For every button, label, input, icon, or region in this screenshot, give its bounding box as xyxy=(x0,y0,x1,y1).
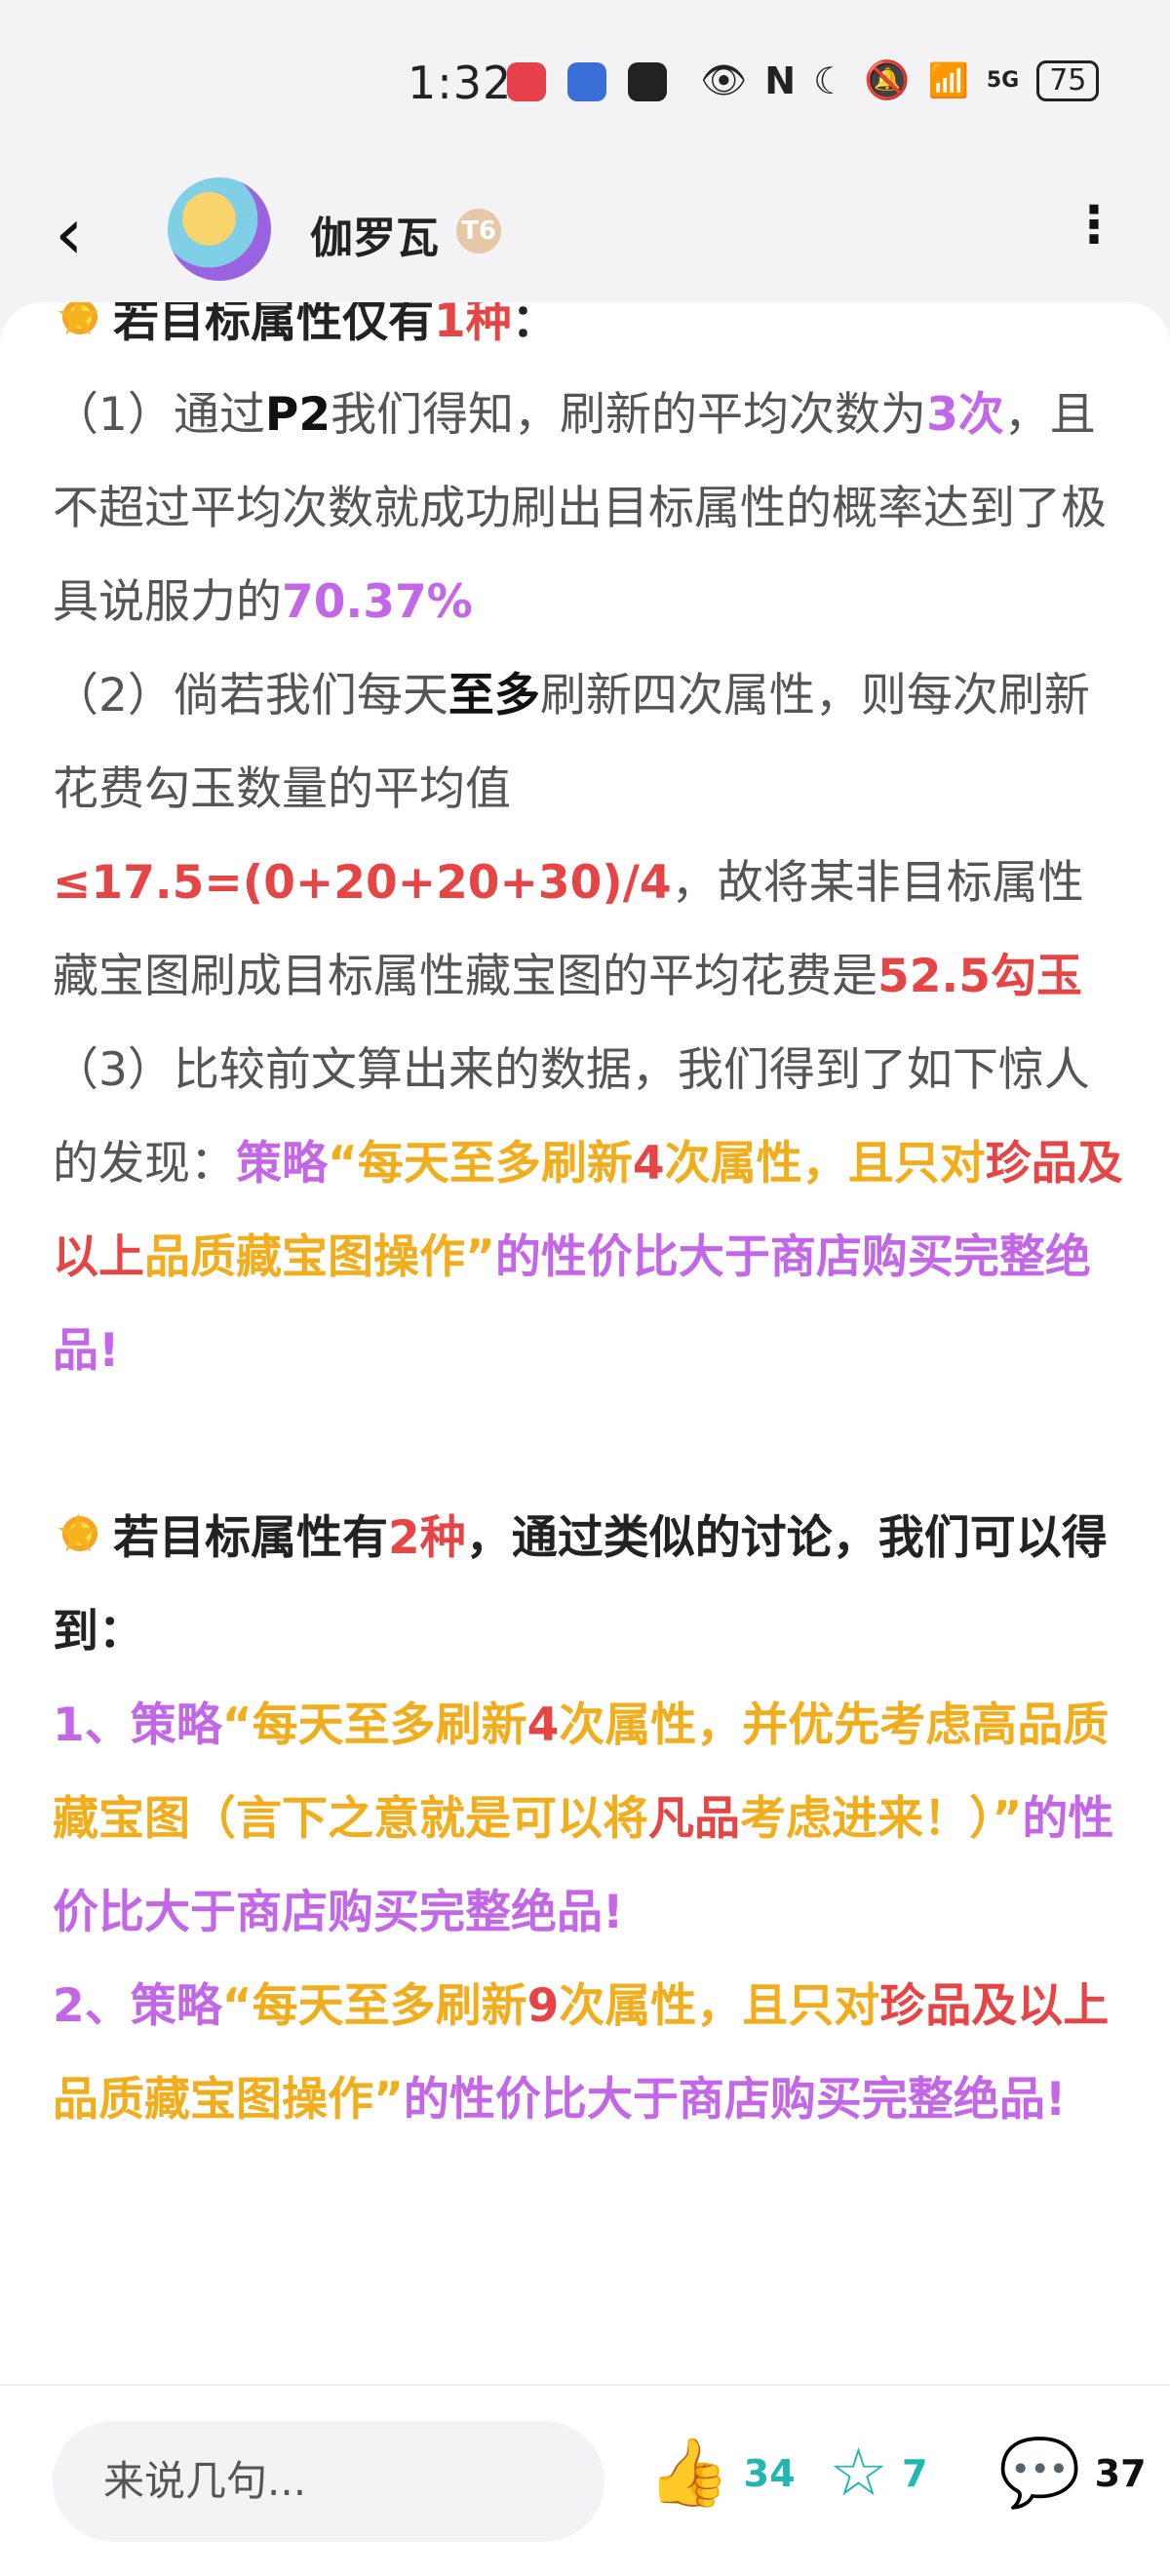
back-chevron-icon[interactable]: ‹ xyxy=(55,195,113,273)
battery-indicator: 75 xyxy=(1036,59,1100,101)
conclusion-item-2: 2、策略“每天至多刷新9次属性，且只对珍品及以上品质藏宝图操作”的性价比大于商店… xyxy=(53,1979,1110,2127)
comment-input[interactable]: 来说几句... xyxy=(53,2421,604,2542)
nfc-icon: N xyxy=(764,59,797,102)
mute-bell-icon: 🔕 xyxy=(864,59,911,101)
section-title-1: 若目标属性仅有1种： xyxy=(53,302,1125,369)
avatar[interactable] xyxy=(168,177,271,281)
paragraph-2: （2）倘若我们每天至多刷新四次属性，则每次刷新花费勾玉数量的平均值 ≤17.5=(… xyxy=(53,669,1090,1003)
level-badge: T6 xyxy=(456,209,501,254)
comment-bubble-icon: 💬 xyxy=(998,2435,1081,2512)
eye-icon: 👁 xyxy=(700,59,748,101)
status-bar: 1:32 👁 N ☾ 🔕 📶 5G 75 xyxy=(0,0,1170,166)
do-not-disturb-moon-icon: ☾ xyxy=(813,59,847,102)
comment-button[interactable]: 💬 37 xyxy=(998,2435,1147,2513)
star-icon xyxy=(53,1487,107,1581)
game-app-icon xyxy=(628,62,667,101)
favorite-button[interactable]: ☆ 7 xyxy=(829,2435,927,2513)
huawei-app-icon xyxy=(507,62,546,101)
thumbs-up-icon: 👍 xyxy=(647,2435,730,2512)
notification-icons xyxy=(507,62,667,101)
post-content-card: 若目标属性仅有1种： （1）通过P2我们得知，刷新的平均次数为3次，且不超过平均… xyxy=(0,302,1170,2384)
system-status-icons: 👁 N ☾ 🔕 📶 5G 75 xyxy=(700,59,1100,102)
network-type: 5G xyxy=(986,68,1020,93)
more-vertical-icon[interactable]: ⋮ xyxy=(1069,200,1119,259)
author-username[interactable]: 伽罗瓦 xyxy=(310,203,439,265)
paragraph-1: （1）通过P2我们得知，刷新的平均次数为3次，且不超过平均次数就成功刷出目标属性… xyxy=(53,388,1107,629)
section-title-2: 若目标属性有2种，通过类似的讨论，我们可以得到： xyxy=(53,1487,1125,1679)
star-icon xyxy=(53,302,107,364)
conclusion-item-1: 1、策略“每天至多刷新4次属性，并优先考虑高品质藏宝图（言下之意就是可以将凡品考… xyxy=(53,1698,1114,1939)
like-count: 34 xyxy=(743,2452,796,2495)
favorite-count: 7 xyxy=(901,2452,928,2495)
bottom-action-bar: 来说几句... 👍 34 ☆ 7 💬 37 xyxy=(0,2384,1170,2576)
star-favorite-icon: ☆ xyxy=(829,2435,888,2512)
comment-count: 37 xyxy=(1094,2452,1147,2495)
wifi-icon: 📶 xyxy=(927,60,969,100)
like-button[interactable]: 👍 34 xyxy=(647,2435,796,2513)
post-header: ‹ 伽罗瓦 T6 ⋮ xyxy=(0,166,1170,312)
tieba-app-icon xyxy=(567,62,606,101)
paragraph-3: （3）比较前文算出来的数据，我们得到了如下惊人的发现：策略“每天至多刷新4次属性… xyxy=(53,1043,1123,1378)
status-time: 1:32 xyxy=(408,57,513,109)
post-body: 若目标属性仅有1种： （1）通过P2我们得知，刷新的平均次数为3次，且不超过平均… xyxy=(53,302,1125,2147)
